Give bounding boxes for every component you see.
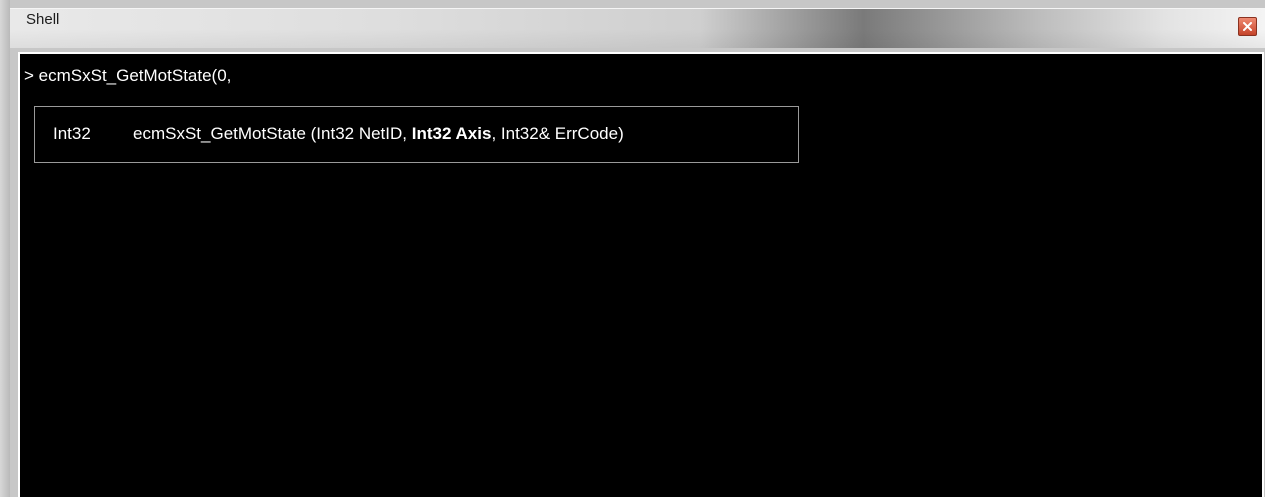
function-name: ecmSxSt_GetMotState ( bbox=[133, 124, 317, 143]
window-left-edge bbox=[0, 0, 10, 497]
console-area[interactable]: > ecmSxSt_GetMotState(0, Int32 ecmSxSt_G… bbox=[18, 52, 1264, 497]
function-signature: ecmSxSt_GetMotState (Int32 NetID, Int32 … bbox=[133, 124, 624, 144]
param-separator: , bbox=[402, 124, 412, 143]
signature-tooltip: Int32 ecmSxSt_GetMotState (Int32 NetID, … bbox=[34, 106, 799, 163]
window-title: Shell bbox=[26, 11, 60, 28]
close-button[interactable] bbox=[1238, 17, 1257, 36]
command-input-line[interactable]: > ecmSxSt_GetMotState(0, bbox=[24, 66, 231, 86]
return-type: Int32 bbox=[53, 124, 91, 143]
shell-window: Shell > ecmSxSt_GetMotState(0, Int32 ecm… bbox=[0, 0, 1265, 497]
close-icon bbox=[1243, 22, 1252, 31]
param-netid: Int32 NetID bbox=[316, 124, 403, 143]
param-axis-active: Int32 Axis bbox=[411, 124, 492, 143]
close-paren: ) bbox=[618, 124, 624, 143]
param-separator: , bbox=[491, 124, 501, 143]
param-errcode: Int32& ErrCode bbox=[500, 124, 619, 143]
title-bar[interactable]: Shell bbox=[10, 8, 1265, 48]
